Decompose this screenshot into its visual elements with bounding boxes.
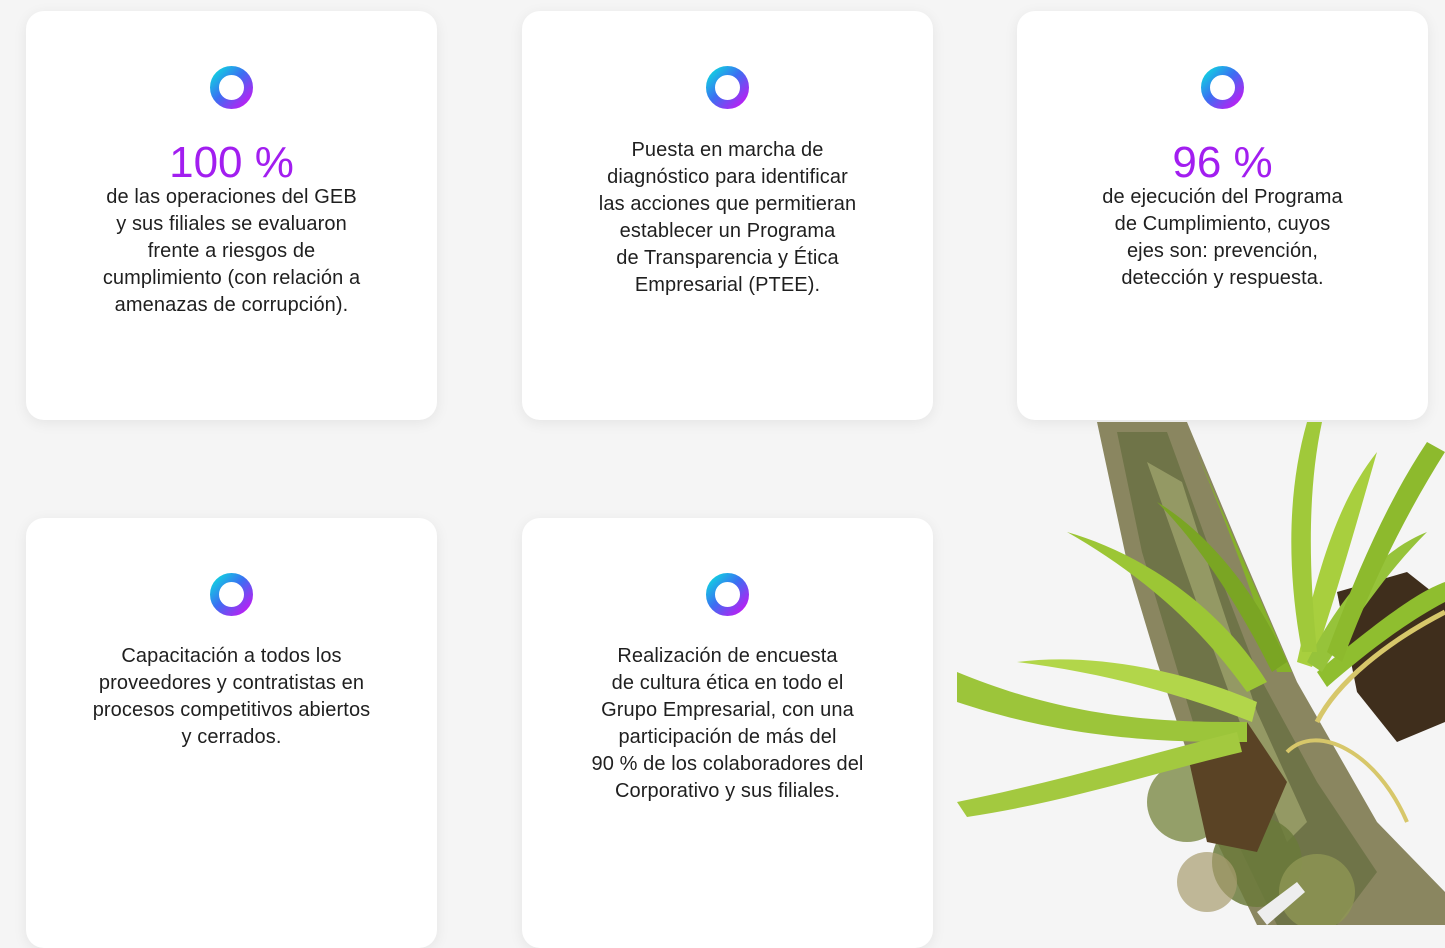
stat-value: 96 % bbox=[1172, 138, 1273, 187]
card-text: Puesta en marcha de diagnóstico para ide… bbox=[598, 139, 857, 296]
gradient-ring-icon bbox=[1201, 66, 1244, 109]
stat-card-compliance: 96 % de ejecución del Programa de Cumpli… bbox=[1017, 11, 1428, 420]
info-card-diagnostic: Puesta en marcha de diagnóstico para ide… bbox=[522, 11, 933, 420]
gradient-ring-icon bbox=[706, 573, 749, 616]
gradient-ring-icon bbox=[210, 66, 253, 109]
card-text: de ejecución del Programa de Cumplimient… bbox=[1102, 186, 1343, 289]
stat-value: 100 % bbox=[169, 138, 294, 187]
stat-card-operations: 100 % de las operaciones del GEB y sus f… bbox=[26, 11, 437, 420]
bromeliad-plant-image bbox=[957, 422, 1445, 925]
card-text: Capacitación a todos los proveedores y c… bbox=[92, 645, 371, 748]
gradient-ring-icon bbox=[210, 573, 253, 616]
info-card-survey: Realización de encuesta de cultura ética… bbox=[522, 518, 933, 948]
gradient-ring-icon bbox=[706, 66, 749, 109]
card-text: Realización de encuesta de cultura ética… bbox=[591, 645, 864, 802]
card-text: de las operaciones del GEB y sus filiale… bbox=[102, 186, 361, 316]
info-card-training: Capacitación a todos los proveedores y c… bbox=[26, 518, 437, 948]
